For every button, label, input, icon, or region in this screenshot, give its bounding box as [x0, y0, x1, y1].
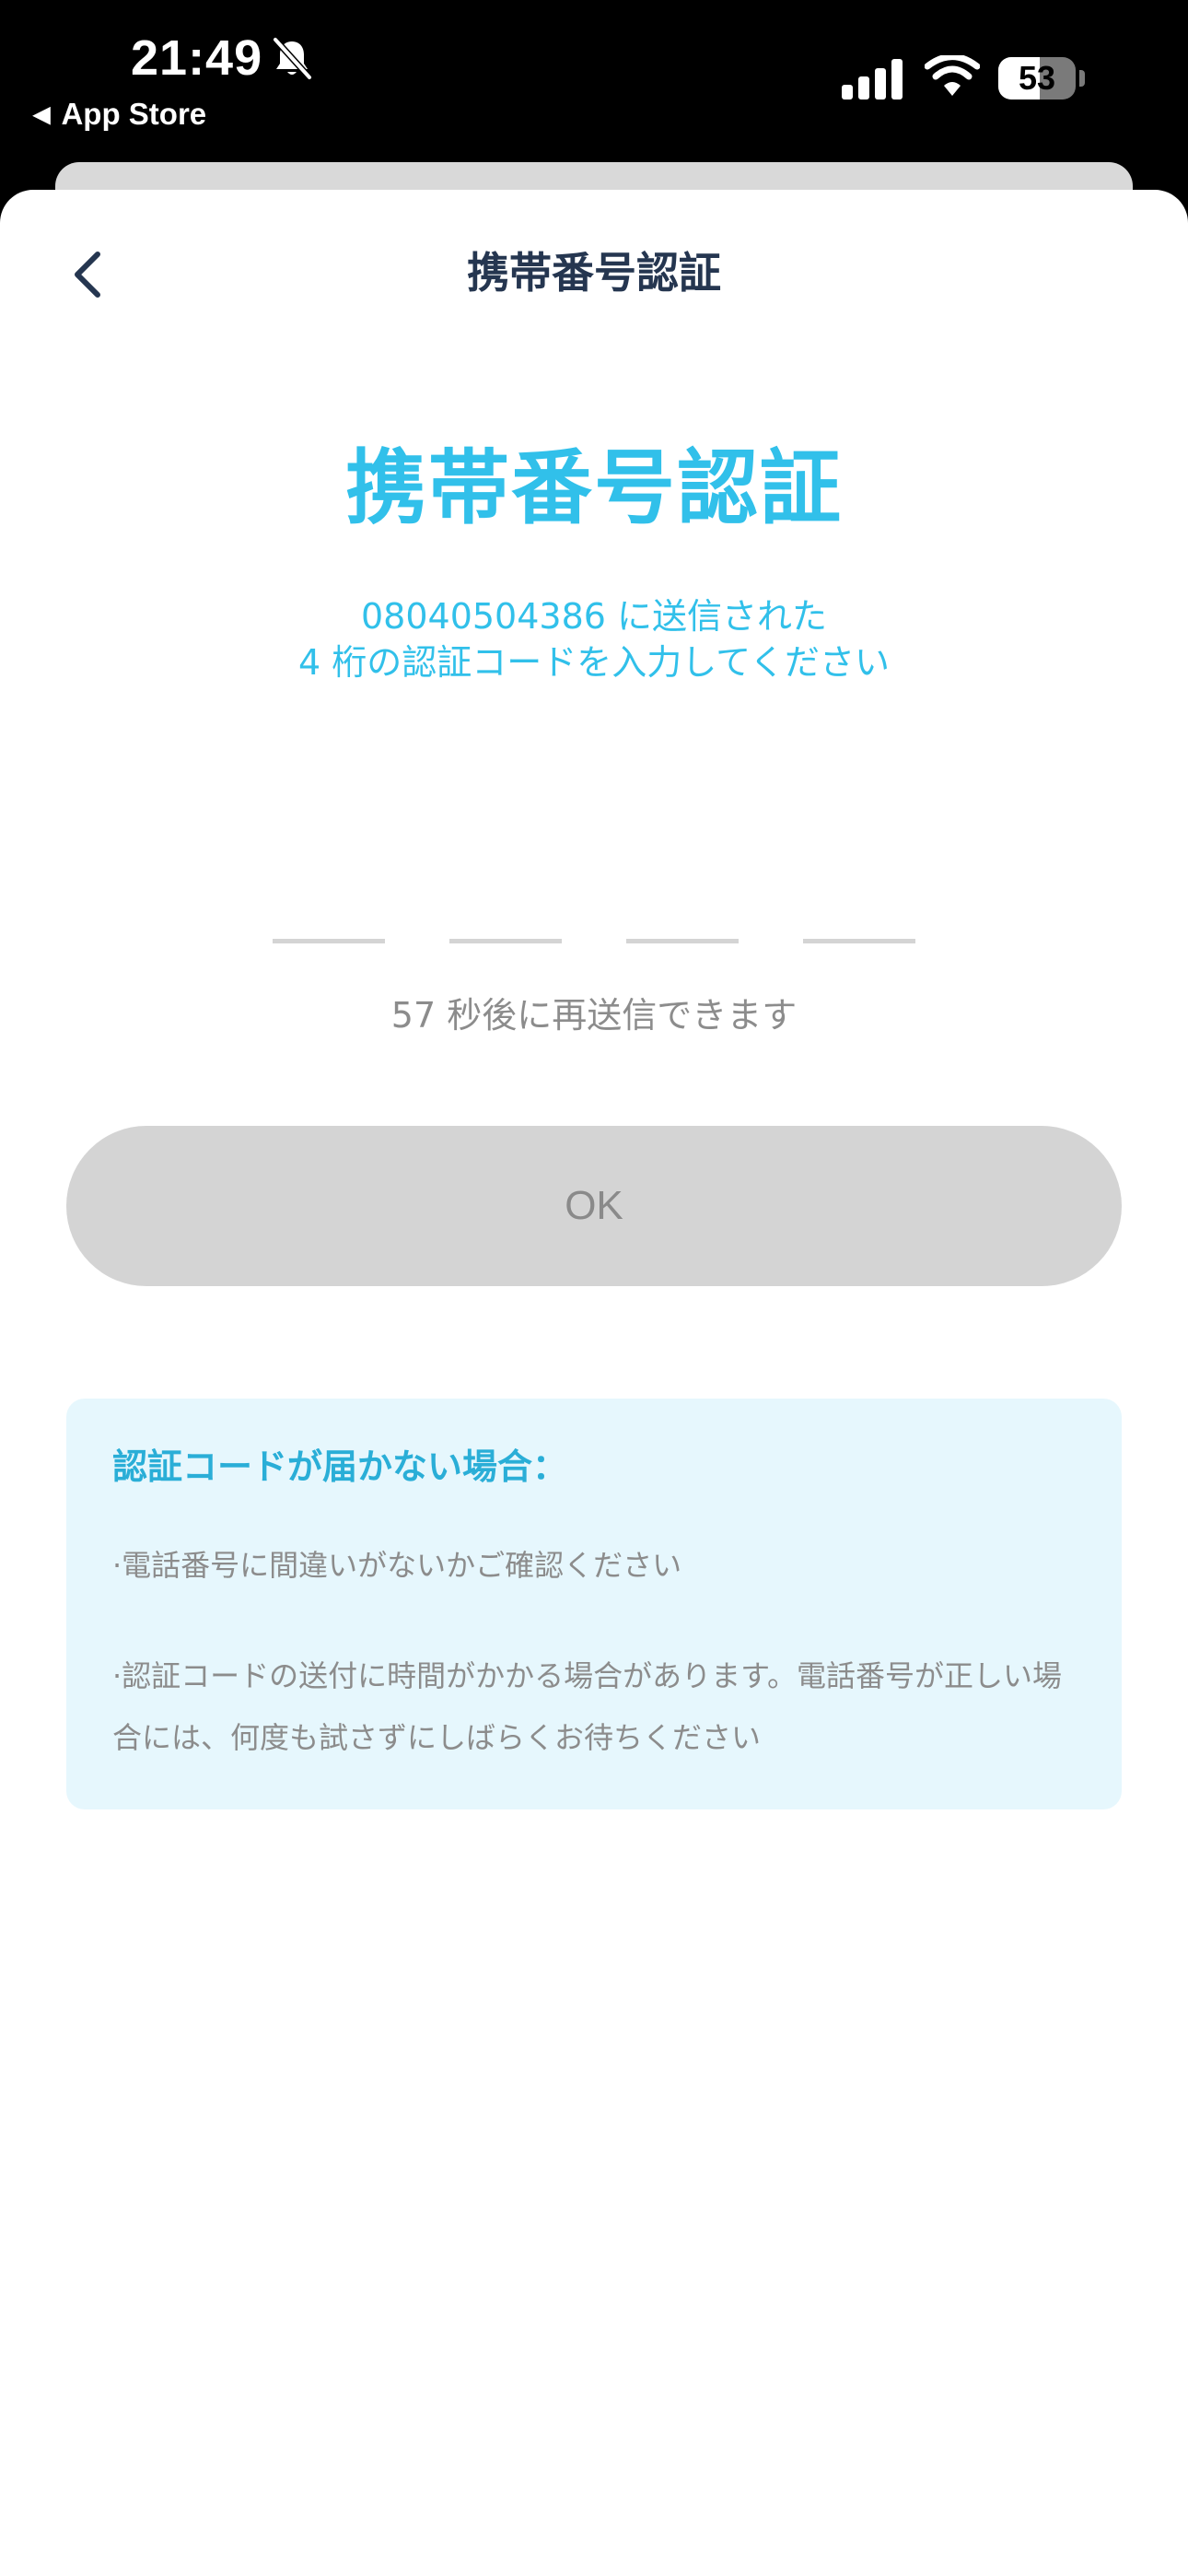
cellular-signal-icon — [842, 59, 903, 100]
page-title: 携帯番号認証 — [344, 440, 843, 535]
help-box: 認証コードが届かない場合： ·電話番号に間違いがないかご確認ください ·認証コー… — [66, 1399, 1122, 1809]
nav-title: 携帯番号認証 — [467, 248, 721, 298]
back-to-app-link[interactable]: ◀ App Store — [33, 94, 206, 138]
code-digit-input-4[interactable] — [803, 907, 915, 943]
help-item: ·電話番号に間違いがないかご確認ください — [112, 1548, 682, 1583]
verification-sheet: 携帯番号認証 携帯番号認証 08040504386 に送信された 4 桁の認証コ… — [0, 190, 1188, 2576]
battery-tip — [1079, 70, 1085, 87]
code-digit-input-1[interactable] — [273, 907, 385, 943]
status-bar: 21:49 ◀ App Store 53 — [0, 0, 1188, 164]
code-digit-input-2[interactable] — [449, 907, 562, 943]
instruction-line-1: 08040504386 に送信された — [360, 596, 828, 637]
back-triangle-icon: ◀ — [33, 102, 51, 127]
bell-muted-icon — [273, 37, 312, 80]
battery-percent: 53 — [1018, 59, 1056, 97]
code-digit-input-3[interactable] — [626, 907, 739, 943]
help-title: 認証コードが届かない場合： — [112, 1446, 568, 1487]
wifi-icon — [925, 55, 980, 96]
ok-button[interactable]: OK — [66, 1126, 1122, 1286]
battery-indicator: 53 — [998, 57, 1076, 100]
instruction-text: 08040504386 に送信された 4 桁の認証コードを入力してください — [0, 593, 1188, 685]
status-time: 21:49 — [131, 30, 263, 86]
instruction-line-2: 4 桁の認証コードを入力してください — [298, 642, 890, 683]
help-item: ·認証コードの送付に時間がかかる場合があります。電話番号が正しい場合には、何度も… — [112, 1658, 1062, 1755]
resend-countdown: 57 秒後に再送信できます — [390, 995, 798, 1036]
code-input-group[interactable] — [273, 907, 917, 943]
back-app-label: App Store — [61, 97, 207, 131]
